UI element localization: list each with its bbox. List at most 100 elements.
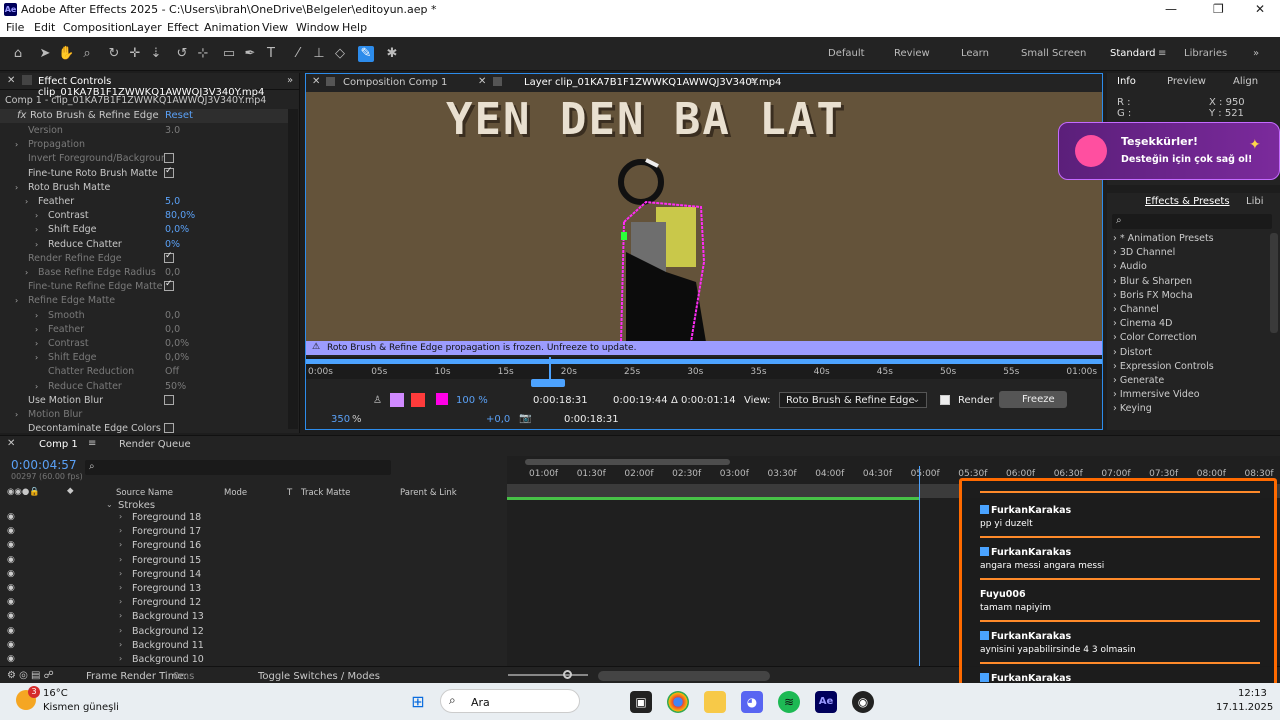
layer-row[interactable]: ◉ › Foreground 15	[0, 554, 507, 568]
expand-arrow-icon[interactable]: ›	[35, 225, 38, 234]
effects-category[interactable]: › Expression Controls	[1113, 361, 1214, 372]
effects-category[interactable]: › Cinema 4D	[1113, 318, 1172, 329]
effect-row-value[interactable]: 0%	[165, 239, 180, 250]
effects-category[interactable]: › Channel	[1113, 304, 1159, 315]
eye-icon[interactable]: ◉	[7, 654, 15, 664]
menu-effect[interactable]: Effect	[167, 21, 199, 34]
tab-layer[interactable]: Layer clip_01KA7B1F1ZWWKQ1AWWQJ3V340Y.mp…	[524, 77, 781, 88]
workspace-learn[interactable]: Learn	[961, 48, 989, 59]
spotify-icon[interactable]: ≋	[778, 691, 800, 713]
expand-arrow-icon[interactable]: ›	[15, 296, 18, 305]
col-t[interactable]: T	[287, 488, 292, 498]
expand-arrow-icon[interactable]: ›	[1113, 233, 1120, 244]
search-icon[interactable]: ⌕	[449, 693, 456, 708]
snapshot-icon[interactable]: 📷	[519, 413, 531, 424]
close-tab-icon[interactable]: ✕	[478, 76, 486, 87]
effects-category[interactable]: › Boris FX Mocha	[1113, 290, 1193, 301]
tab-libraries[interactable]: Libi	[1246, 196, 1263, 207]
toggle-switches-modes[interactable]: Toggle Switches / Modes	[258, 671, 380, 682]
effect-row[interactable]: Fine-tune Refine Edge Matte	[0, 279, 288, 294]
effect-row-value[interactable]: 0,0%	[165, 352, 189, 363]
effect-row-value[interactable]: 50%	[165, 381, 186, 392]
zoom-slider[interactable]	[508, 674, 588, 676]
workspace-small-screen[interactable]: Small Screen	[1021, 48, 1086, 59]
close-icon[interactable]: ✕	[1255, 2, 1265, 16]
effect-row[interactable]: › Contrast 0,0%	[0, 337, 288, 351]
playhead[interactable]	[919, 466, 920, 666]
layer-row[interactable]: ◉ › Foreground 17	[0, 525, 507, 539]
layer-time-ruler[interactable]: 0:00s 05s 10s 15s 20s 25s 30s 35s 40s 45s 50s 55s 01…	[306, 357, 1102, 387]
expand-arrow-icon[interactable]: ›	[119, 583, 122, 592]
effects-category[interactable]: › Audio	[1113, 261, 1147, 272]
puppet-tool-icon[interactable]: ✱	[384, 46, 400, 62]
tab-composition[interactable]: Composition Comp 1	[343, 77, 447, 88]
effect-row[interactable]: › Refine Edge Matte	[0, 294, 288, 308]
layer-row[interactable]: ◉ › Foreground 12	[0, 596, 507, 610]
in-point-time[interactable]: 0:00:18:31	[533, 395, 588, 406]
effect-checkbox[interactable]	[164, 423, 174, 434]
expand-arrow-icon[interactable]: ›	[1113, 261, 1120, 272]
expand-arrow-icon[interactable]: ›	[35, 339, 38, 348]
more-panels-icon[interactable]: »	[287, 75, 293, 86]
clone-stamp-icon[interactable]: ⊥	[311, 46, 327, 62]
roto-brush-tool-icon[interactable]: ✎	[358, 46, 374, 62]
effect-row-value[interactable]: 80,0%	[165, 210, 195, 221]
taskbar-search[interactable]: Ara	[471, 696, 490, 709]
effect-row[interactable]: › Base Refine Edge Radius 0,0	[0, 266, 288, 280]
discord-icon[interactable]: ◕	[741, 691, 763, 713]
menu-layer[interactable]: Layer	[131, 21, 162, 34]
layer-row[interactable]: ◉ › Foreground 18	[0, 511, 507, 525]
exposure-value[interactable]: +0,0	[486, 414, 510, 425]
pan-tool-icon[interactable]: ✛	[127, 46, 143, 62]
expand-arrow-icon[interactable]: ›	[119, 555, 122, 564]
eye-icon[interactable]: ◉	[7, 526, 15, 536]
effect-row-value[interactable]: 0,0%	[165, 224, 189, 235]
rotate-tool-icon[interactable]: ↺	[174, 46, 190, 62]
layer-row[interactable]: ◉ › Foreground 13	[0, 582, 507, 596]
menu-file[interactable]: File	[6, 21, 24, 34]
puppet-icon[interactable]: ♙	[373, 395, 382, 406]
type-tool-icon[interactable]: T	[263, 46, 279, 62]
effects-category[interactable]: › Blur & Sharpen	[1113, 276, 1192, 287]
expand-arrow-icon[interactable]: ›	[1113, 361, 1120, 372]
overlay-color-swatch[interactable]	[436, 393, 448, 405]
out-point-time[interactable]: 0:00:19:44	[613, 395, 668, 406]
close-tab-icon[interactable]: ✕	[7, 75, 15, 86]
eye-icon[interactable]: ◉	[7, 611, 15, 621]
menu-composition[interactable]: Composition	[63, 21, 132, 34]
pen-tool-icon[interactable]: ✒	[242, 46, 258, 62]
selection-tool-icon[interactable]: ➤	[37, 46, 53, 62]
reset-link[interactable]: Reset	[165, 110, 193, 121]
expand-arrow-icon[interactable]: ›	[1113, 375, 1120, 386]
effects-category[interactable]: › 3D Channel	[1113, 247, 1175, 258]
effects-category[interactable]: › Keying	[1113, 403, 1152, 414]
foreground-icon[interactable]	[390, 393, 404, 407]
home-icon[interactable]: ⌂	[10, 46, 26, 62]
menu-animation[interactable]: Animation	[204, 21, 260, 34]
timeline-timecode[interactable]: 0:00:04:57	[11, 458, 77, 472]
workspace-standard[interactable]: Standard	[1110, 48, 1156, 59]
effect-row-value[interactable]: 3.0	[165, 125, 180, 136]
chevron-down-icon[interactable]: ⌄	[106, 500, 113, 509]
tab-menu-icon[interactable]: ≡	[88, 438, 96, 449]
windows-start-icon[interactable]: ⊞	[407, 691, 429, 713]
expand-arrow-icon[interactable]: ›	[119, 640, 122, 649]
effect-row[interactable]: › Motion Blur	[0, 408, 288, 422]
after-effects-icon[interactable]: Ae	[815, 691, 837, 713]
expand-arrow-icon[interactable]: ›	[15, 183, 18, 192]
tab-info[interactable]: Info	[1117, 76, 1136, 87]
chevron-down-icon[interactable]: ⌄	[912, 394, 920, 405]
effect-row[interactable]: › Feather 5,0	[0, 195, 288, 209]
expand-arrow-icon[interactable]: ›	[1113, 389, 1120, 400]
work-area-bar[interactable]	[306, 359, 1102, 364]
close-tab-icon[interactable]: ✕	[312, 76, 320, 87]
more-workspaces-icon[interactable]: »	[1253, 48, 1259, 59]
expand-arrow-icon[interactable]: ›	[35, 382, 38, 391]
tab-align[interactable]: Align	[1233, 76, 1258, 87]
eye-icon[interactable]: ◉	[7, 583, 15, 593]
eye-icon[interactable]: ◉	[7, 555, 15, 565]
expand-arrow-icon[interactable]: ›	[1113, 304, 1120, 315]
expand-arrow-icon[interactable]: ›	[25, 268, 28, 277]
effect-row-value[interactable]: Off	[165, 366, 179, 377]
effects-category[interactable]: › Immersive Video	[1113, 389, 1200, 400]
